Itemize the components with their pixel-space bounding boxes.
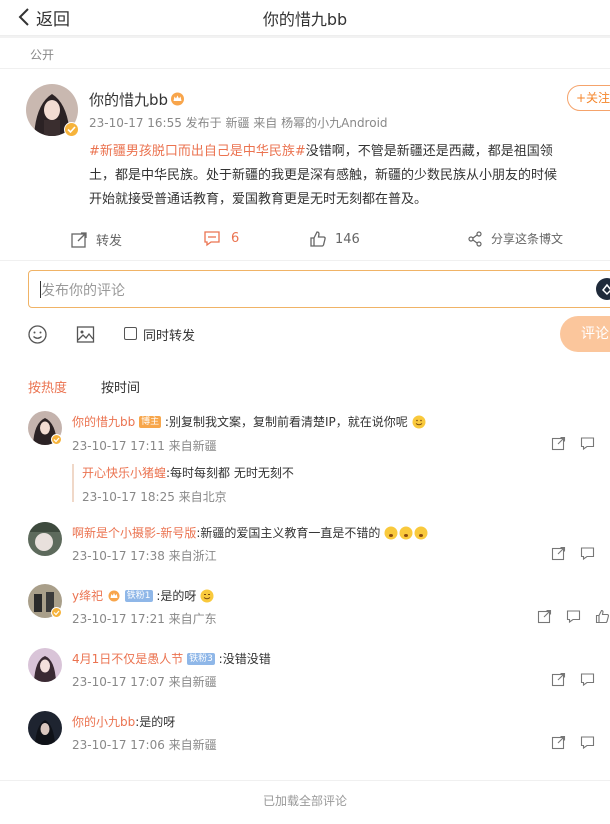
comment-line: 你的小九bb:是的呀 — [72, 713, 175, 730]
repost-icon[interactable] — [537, 609, 552, 624]
comment-line: y绛祀 铁粉1 :是的呀 — [72, 587, 214, 604]
comment-line: 你的惜九bb 博主 :别复制我文案，复制前看清楚IP，就在说你呢 — [72, 413, 426, 430]
like-count: 146 — [335, 231, 360, 247]
comment-user[interactable]: y绛祀 — [72, 589, 103, 603]
comment-meta: 23-10-17 17:07 来自新疆 — [72, 675, 217, 689]
divider — [0, 68, 610, 69]
floating-assistant-icon[interactable] — [596, 278, 610, 300]
follow-button[interactable]: +关注 — [567, 85, 610, 111]
crown-badge-icon — [108, 590, 120, 602]
author-name[interactable]: 你的惜九bb — [89, 89, 168, 110]
reply-meta: 23-10-17 18:25 来自北京 — [82, 490, 227, 504]
comment-user[interactable]: 啊新是个小摄影-新号版 — [72, 526, 196, 540]
repost-icon[interactable] — [551, 735, 566, 750]
reply-text: :每时每刻都 无时无刻不 — [166, 466, 294, 480]
avatar-image — [28, 522, 62, 556]
share-icon — [468, 230, 482, 247]
post-text-line2: 土，都是中华民族。处于新疆的我更是深有感触，新疆的少数民族从小朋友的时候 — [89, 168, 558, 183]
post-text-line1: 没错啊，不管是新疆还是西藏，都是祖国领 — [305, 144, 553, 159]
thumbs-up-icon[interactable] — [595, 609, 610, 624]
comment-line: 啊新是个小摄影-新号版:新疆的爱国主义教育一直是不错的 — [72, 524, 429, 541]
verified-badge-icon — [64, 122, 79, 137]
reply-user[interactable]: 开心快乐小猪蝗 — [82, 466, 166, 480]
reply-line: 开心快乐小猪蝗:每时每刻都 无时无刻不 — [82, 464, 294, 481]
share-button[interactable]: 分享这条博文 — [467, 230, 563, 247]
comment-icon — [204, 231, 220, 247]
post-text-line3: 开始就接受普通话教育，爱国教育更是无时无刻都在普及。 — [89, 192, 428, 207]
verified-badge-icon — [51, 607, 62, 618]
comment-user[interactable]: 4月1日不仅是愚人节 — [72, 652, 183, 666]
comment-meta: 23-10-17 17:11 来自新疆 — [72, 439, 217, 453]
repost-checkbox-label: 同时转发 — [143, 329, 196, 344]
comment-meta: 23-10-17 17:06 来自新疆 — [72, 738, 217, 752]
thumbs-up-icon — [310, 231, 326, 247]
divider — [0, 260, 610, 261]
repost-icon — [71, 231, 87, 248]
comment-text: :没错没错 — [218, 652, 271, 666]
repost-label: 转发 — [96, 234, 123, 249]
comment-line: 4月1日不仅是愚人节 铁粉3 :没错没错 — [72, 650, 271, 667]
comment-count-button[interactable]: 6 — [203, 230, 239, 247]
fan-level-tag: 铁粉3 — [187, 653, 215, 665]
comment-placeholder: 发布你的评论 — [41, 283, 125, 299]
comment-actions — [551, 436, 595, 451]
image-icon[interactable] — [76, 325, 95, 344]
share-label: 分享这条博文 — [491, 232, 564, 246]
emoji-icon[interactable] — [28, 325, 47, 344]
repost-checkbox[interactable] — [124, 327, 137, 340]
comment-text: :是的呀 — [135, 715, 176, 729]
reply-indent-bar — [72, 464, 74, 502]
comment-actions — [537, 609, 610, 624]
repost-icon[interactable] — [551, 546, 566, 561]
comment-text: :新疆的爱国主义教育一直是不错的 — [196, 526, 381, 540]
comment-actions — [551, 735, 595, 750]
comment-actions — [551, 672, 595, 687]
comment-input[interactable]: 发布你的评论 — [28, 270, 610, 308]
top-bar: 返回 你的惜九bb — [0, 0, 610, 36]
hashtag-link[interactable]: #新疆男孩脱口而出自己是中华民族# — [89, 144, 306, 159]
submit-comment-button[interactable]: 评论 — [560, 316, 610, 352]
avatar-image — [28, 648, 62, 682]
comment-icon[interactable] — [580, 735, 595, 750]
load-status: 已加载全部评论 — [262, 794, 347, 808]
comment-avatar[interactable] — [28, 648, 62, 682]
post-card: 公开 你的惜九bb +关注 23-10-17 16:55 发布于 新疆 来自 杨… — [0, 38, 610, 824]
comment-count: 6 — [231, 231, 240, 246]
divider — [0, 780, 610, 781]
comment-text: :别复制我文案，复制前看清楚IP，就在说你呢 — [164, 415, 408, 429]
comment-actions — [551, 546, 595, 561]
smile-emoji-icon — [412, 415, 426, 429]
repost-icon[interactable] — [551, 672, 566, 687]
visibility-label: 公开 — [30, 48, 55, 62]
comment-user[interactable]: 你的惜九bb — [72, 415, 135, 429]
tab-sort-time[interactable]: 按时间 — [101, 377, 140, 396]
verified-badge-icon — [51, 434, 62, 445]
comment-icon[interactable] — [580, 436, 595, 451]
comment-icon[interactable] — [566, 609, 581, 624]
repost-icon[interactable] — [551, 436, 566, 451]
comment-user[interactable]: 你的小九bb — [72, 715, 135, 729]
comment-text: :是的呀 — [156, 589, 197, 603]
repost-button[interactable]: 转发 — [70, 230, 122, 249]
comment-meta: 23-10-17 17:21 来自广东 — [72, 612, 217, 626]
like-button[interactable]: 146 — [309, 230, 360, 248]
tab-sort-hot[interactable]: 按热度 — [28, 377, 67, 396]
author-tag: 博主 — [139, 416, 162, 428]
page-title: 你的惜九bb — [262, 10, 348, 29]
comment-icon[interactable] — [580, 546, 595, 561]
comment-icon[interactable] — [580, 672, 595, 687]
avatar-image — [28, 711, 62, 745]
comment-meta: 23-10-17 17:38 来自浙江 — [72, 549, 217, 563]
post-meta: 23-10-17 16:55 发布于 新疆 来自 杨幂的小九Android — [89, 116, 388, 130]
crown-badge-icon — [171, 92, 184, 106]
comment-avatar[interactable] — [28, 522, 62, 556]
post-body: #新疆男孩脱口而出自己是中华民族#没错啊，不管是新疆还是西藏，都是祖国领 土，都… — [89, 140, 610, 212]
smile-emoji-icon — [200, 589, 214, 603]
fan-level-tag: 铁粉1 — [124, 590, 153, 602]
flushed-emoji-icon — [384, 526, 428, 540]
comment-avatar[interactable] — [28, 711, 62, 745]
